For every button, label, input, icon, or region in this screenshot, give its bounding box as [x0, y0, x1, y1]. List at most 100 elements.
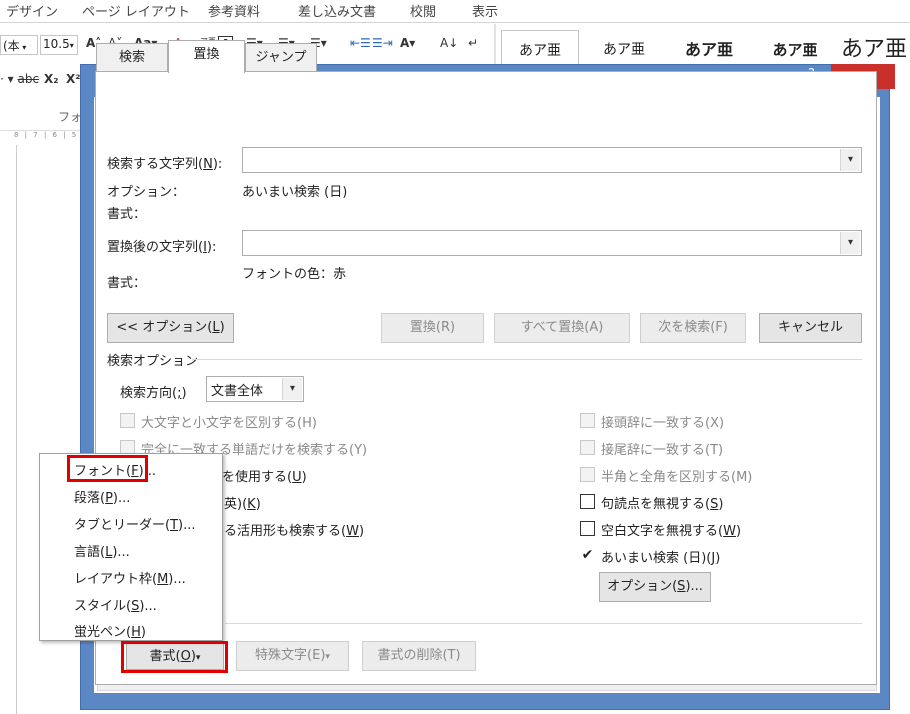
- menu-item-paragraph-end: )...: [112, 491, 131, 506]
- strikethrough-icon[interactable]: · ▾ abc: [0, 72, 39, 86]
- ignore-punct-text: 句読点を無視する(: [601, 497, 711, 512]
- ignore-space-text: 空白文字を無視する(: [601, 524, 724, 539]
- menu-item-paragraph[interactable]: 段落(P)...: [74, 487, 130, 506]
- chevron-down-icon: ▾: [325, 652, 330, 662]
- ignore-space-key: W: [723, 524, 736, 539]
- less-options-key: L: [212, 320, 220, 335]
- replace-section-divider: [225, 623, 862, 624]
- tab-find[interactable]: 検索: [96, 43, 168, 71]
- menu-item-language[interactable]: 言語(L)...: [74, 541, 130, 560]
- find-label: 検索する文字列(N):: [107, 153, 222, 172]
- word-forms-label: る活用形も検索する(W): [224, 520, 364, 539]
- ignore-space-label: 空白文字を無視する(W): [601, 520, 741, 539]
- search-direction-value: 文書全体: [211, 384, 264, 399]
- word-forms-end: ): [358, 524, 365, 539]
- chevron-down-icon[interactable]: ▾: [840, 149, 860, 171]
- search-options-title: 検索オプション: [107, 354, 199, 369]
- strikethrough-label: abc: [17, 72, 40, 86]
- ribbon-tab-review[interactable]: 校閲: [410, 1, 436, 20]
- match-width-checkbox[interactable]: [580, 467, 595, 482]
- text-direction-icon[interactable]: A▾: [400, 36, 415, 50]
- ignore-punct-label: 句読点を無視する(S): [601, 493, 723, 512]
- decrease-indent-icon[interactable]: ⇤☰: [350, 36, 371, 50]
- sounds-like-label: 英)(K): [224, 493, 261, 512]
- replace-label: 置換後の文字列(I):: [107, 236, 216, 255]
- find-label-end: ):: [212, 157, 223, 172]
- cancel-button[interactable]: キャンセル: [759, 313, 862, 343]
- superscript-icon[interactable]: X²: [66, 72, 81, 86]
- sounds-like-text: 英)(: [224, 497, 248, 512]
- increase-indent-icon[interactable]: ☰⇥: [372, 36, 393, 50]
- font-size-value: 10.5: [43, 37, 70, 51]
- special-button-text: 特殊文字(E): [255, 648, 326, 663]
- search-direction-label: 検索方向(;): [120, 382, 187, 401]
- menu-item-highlight-text: 蛍光ペン(: [74, 625, 132, 640]
- tab-replace[interactable]: 置換: [168, 40, 245, 73]
- menu-item-highlight[interactable]: 蛍光ペン(H): [74, 621, 146, 640]
- fuzzy-search-checkbox[interactable]: ✔: [580, 548, 595, 563]
- menu-item-frame-end: )...: [168, 572, 186, 587]
- menu-item-tabs-text: タブとリーダー(: [74, 518, 171, 533]
- menu-item-style[interactable]: スタイル(S)...: [74, 595, 157, 614]
- chevron-down-icon[interactable]: ▾: [840, 232, 860, 254]
- ribbon-tab-references[interactable]: 参考資料: [208, 1, 260, 20]
- ribbon-tabs: デザイン ページ レイアウト 参考資料 差し込み文書 校閲 表示: [0, 0, 910, 22]
- font-size-box[interactable]: 10.5▾: [40, 35, 78, 55]
- less-options-button[interactable]: << オプション(L): [107, 313, 234, 343]
- chevron-down-icon[interactable]: ▾: [282, 378, 302, 400]
- fuzzy-options-button[interactable]: オプション(S)...: [599, 572, 711, 602]
- sounds-like-key: K: [247, 497, 256, 512]
- ignore-space-checkbox[interactable]: [580, 521, 595, 536]
- replace-with-combo[interactable]: ▾: [242, 230, 862, 256]
- sounds-like-end: ): [255, 497, 261, 512]
- checkmark-icon: ✔: [581, 547, 594, 563]
- replace-format-label: 書式：: [107, 276, 147, 291]
- match-suffix-label: 接尾辞に一致する(T): [601, 443, 724, 458]
- find-next-button[interactable]: 次を検索(F): [640, 313, 746, 343]
- menu-item-language-text: 言語(: [74, 545, 106, 560]
- less-options-end: ): [219, 320, 225, 335]
- tab-goto[interactable]: ジャンプ: [245, 43, 317, 71]
- options-value: あいまい検索 (日): [242, 185, 348, 200]
- menu-item-tabs-key: T: [170, 518, 179, 533]
- menu-item-tabs[interactable]: タブとリーダー(T)...: [74, 514, 196, 533]
- no-formatting-button[interactable]: 書式の削除(T): [362, 641, 476, 671]
- subscript-icon[interactable]: X₂: [44, 72, 59, 86]
- font-name-box[interactable]: (本 ▾: [0, 35, 38, 55]
- font-name-value: (本: [3, 39, 20, 53]
- match-suffix-checkbox[interactable]: [580, 440, 595, 455]
- ribbon-tab-page-layout[interactable]: ページ レイアウト: [82, 1, 190, 20]
- menu-item-style-end: )...: [139, 599, 157, 614]
- find-label-text: 検索する文字列(: [107, 157, 204, 172]
- match-prefix-label: 接頭辞に一致する(X): [601, 416, 725, 431]
- menu-item-frame-text: レイアウト枠(: [74, 572, 158, 587]
- fuzzy-options-end: )...: [685, 579, 703, 594]
- highlight-format-button: [121, 641, 228, 673]
- menu-item-highlight-end: ): [140, 625, 146, 640]
- menu-item-language-end: )...: [112, 545, 130, 560]
- menu-item-frame-key: M: [157, 572, 169, 587]
- replace-label-text: 置換後の文字列(: [107, 240, 204, 255]
- find-what-combo[interactable]: ▾: [242, 147, 862, 173]
- sort-icon[interactable]: A↓: [440, 36, 458, 50]
- match-case-checkbox[interactable]: [120, 413, 135, 428]
- fuzzy-search-text: あいまい検索 (日)(: [601, 551, 712, 566]
- ignore-punct-end: ): [718, 497, 724, 512]
- options-label: オプション：: [107, 185, 186, 200]
- fuzzy-options-text: オプション(: [607, 579, 678, 594]
- menu-item-paragraph-text: 段落(: [74, 491, 106, 506]
- show-marks-icon[interactable]: ↵: [468, 36, 478, 50]
- special-button[interactable]: 特殊文字(E)▾: [236, 641, 349, 671]
- word-forms-key: W: [346, 524, 359, 539]
- replace-all-button[interactable]: すべて置換(A): [494, 313, 630, 343]
- document-page-edge: [16, 145, 17, 714]
- replace-button[interactable]: 置換(R): [381, 313, 484, 343]
- ribbon-tab-mailings[interactable]: 差し込み文書: [298, 1, 376, 20]
- ribbon-tab-design[interactable]: デザイン: [6, 1, 58, 20]
- ribbon-divider: [0, 22, 910, 23]
- match-prefix-checkbox[interactable]: [580, 413, 595, 428]
- ribbon-tab-view[interactable]: 表示: [472, 1, 498, 20]
- search-direction-select[interactable]: 文書全体 ▾: [206, 376, 304, 402]
- ignore-punct-checkbox[interactable]: [580, 494, 595, 509]
- menu-item-frame[interactable]: レイアウト枠(M)...: [74, 568, 186, 587]
